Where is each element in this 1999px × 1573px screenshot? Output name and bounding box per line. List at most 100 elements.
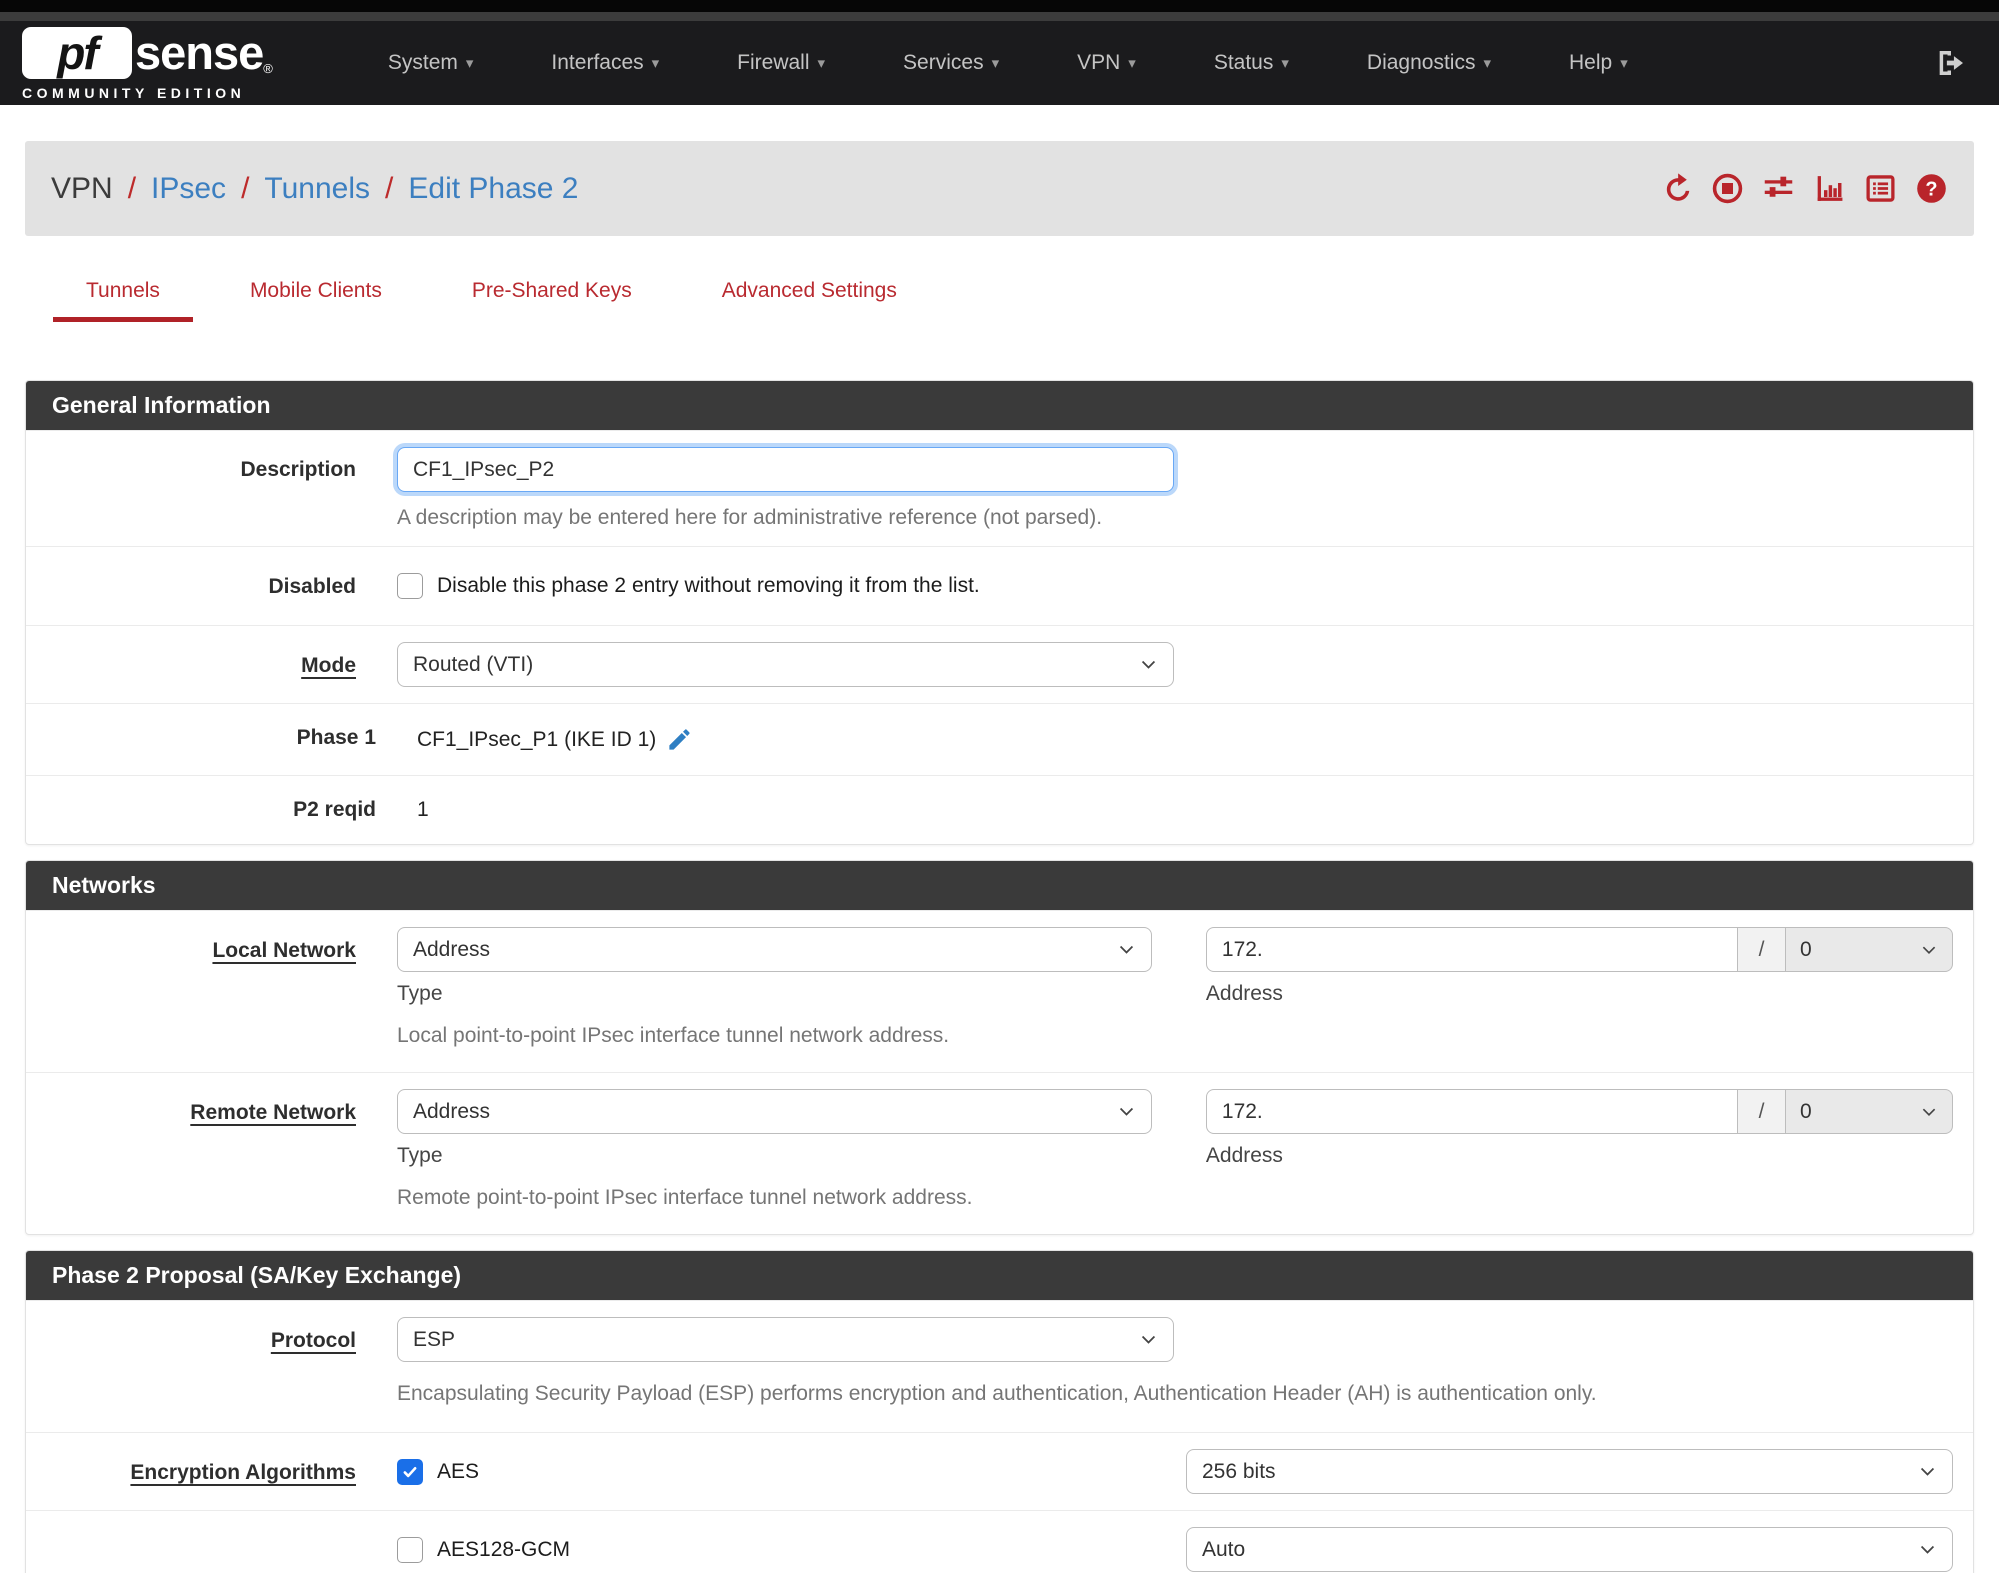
- pfsense-logo-row: pf sense ®: [22, 25, 273, 80]
- breadcrumb-vpn: VPN: [51, 171, 113, 205]
- phase1-value: CF1_IPsec_P1 (IKE ID 1): [417, 727, 657, 751]
- protocol-row: Protocol ESP Encapsulating Security Payl…: [26, 1300, 1973, 1432]
- pfsense-logo[interactable]: pf sense ® COMMUNITY EDITION: [22, 25, 273, 101]
- aes-checkbox[interactable]: [397, 1458, 423, 1485]
- aes128gcm-checkbox-label: AES128-GCM: [437, 1537, 571, 1561]
- local-network-type-caption: Type: [397, 982, 443, 1005]
- protocol-select[interactable]: ESP: [397, 1317, 1174, 1362]
- local-network-prefix-select[interactable]: 0: [1786, 927, 1953, 972]
- encryption-aes128gcm-label-spacer: [26, 1527, 356, 1572]
- top-navbar: pf sense ® COMMUNITY EDITION System ▾ Int…: [0, 21, 1999, 105]
- pfsense-logo-sense: sense: [135, 26, 264, 79]
- chevron-down-icon: [1920, 941, 1938, 959]
- breadcrumb: VPN / IPsec / Tunnels / Edit Phase 2: [51, 172, 579, 206]
- aes128gcm-keylength-value: Auto: [1202, 1537, 1246, 1561]
- caret-down-icon: ▾: [465, 55, 474, 72]
- breadcrumb-action-icons: ?: [1660, 172, 1948, 205]
- nav-item-system[interactable]: System ▾: [388, 51, 474, 75]
- sign-out-icon[interactable]: [1935, 47, 1967, 79]
- nav-item-label: Help: [1569, 51, 1613, 74]
- nav-item-diagnostics[interactable]: Diagnostics ▾: [1367, 51, 1491, 75]
- chevron-down-icon: [1117, 940, 1136, 959]
- slash-addon: /: [1738, 1089, 1786, 1134]
- nav-item-label: Services: [903, 51, 984, 74]
- mode-row: Mode Routed (VTI): [26, 625, 1973, 703]
- svg-text:?: ?: [1925, 178, 1937, 200]
- nav-item-status[interactable]: Status ▾: [1214, 51, 1289, 75]
- protocol-select-value: ESP: [413, 1327, 456, 1351]
- tab-mobile-clients[interactable]: Mobile Clients: [217, 266, 415, 322]
- help-icon[interactable]: ?: [1915, 172, 1948, 205]
- breadcrumb-link-ipsec[interactable]: IPsec: [151, 172, 226, 206]
- aes-checkbox-label: AES: [437, 1459, 480, 1483]
- p2reqid-value: 1: [417, 798, 429, 821]
- breadcrumb-separator: /: [385, 171, 394, 205]
- remote-network-address-caption: Address: [1205, 1144, 1283, 1167]
- nav-item-label: Interfaces: [551, 51, 644, 74]
- slash-addon: /: [1738, 927, 1786, 972]
- nav-item-firewall[interactable]: Firewall ▾: [737, 51, 825, 75]
- aes128gcm-keylength-select[interactable]: Auto: [1186, 1527, 1953, 1572]
- local-network-type-select[interactable]: Address: [397, 927, 1152, 972]
- chevron-down-icon: [1117, 1102, 1136, 1121]
- page-content: VPN / IPsec / Tunnels / Edit Phase 2 ? T…: [0, 141, 1999, 1573]
- encryption-aes-row: Encryption Algorithms AES 256 bits: [26, 1432, 1973, 1510]
- nav-item-interfaces[interactable]: Interfaces ▾: [551, 51, 659, 75]
- nav-item-vpn[interactable]: VPN ▾: [1077, 51, 1136, 75]
- caret-down-icon: ▾: [1483, 55, 1491, 72]
- mode-select[interactable]: Routed (VTI): [397, 642, 1174, 687]
- remote-network-type-select[interactable]: Address: [397, 1089, 1152, 1134]
- mode-label: Mode: [301, 654, 356, 677]
- remote-network-label: Remote Network: [190, 1101, 356, 1124]
- local-network-type-value: Address: [413, 937, 491, 961]
- local-network-row: Local Network Address Type /: [26, 910, 1973, 1072]
- window-top-strip: [0, 0, 1999, 12]
- aes-keylength-value: 256 bits: [1202, 1459, 1276, 1483]
- tab-bar: Tunnels Mobile Clients Pre-Shared Keys A…: [25, 266, 1974, 322]
- remote-network-type-value: Address: [413, 1099, 491, 1123]
- aes128gcm-checkbox[interactable]: [397, 1536, 423, 1563]
- description-input[interactable]: [397, 447, 1174, 492]
- description-help-text: A description may be entered here for ad…: [397, 506, 1103, 529]
- phase2-proposal-header: Phase 2 Proposal (SA/Key Exchange): [26, 1251, 1973, 1300]
- nav-item-label: System: [387, 51, 458, 74]
- local-network-address-input[interactable]: [1205, 927, 1738, 972]
- nav-item-services[interactable]: Services ▾: [903, 51, 999, 75]
- remote-network-prefix-select[interactable]: 0: [1786, 1089, 1953, 1134]
- disabled-label: Disabled: [268, 575, 356, 598]
- sliders-icon[interactable]: [1762, 172, 1795, 205]
- pencil-icon[interactable]: [666, 726, 693, 753]
- breadcrumb-separator: /: [241, 171, 250, 205]
- aes-keylength-select[interactable]: 256 bits: [1186, 1449, 1953, 1494]
- p2reqid-label: P2 reqid: [293, 798, 376, 821]
- chevron-down-icon: [1918, 1540, 1937, 1559]
- networks-panel: Networks Local Network Address Type 172.…: [25, 860, 1974, 1235]
- encryption-aes128gcm-row: AES128-GCM Auto: [26, 1510, 1973, 1573]
- nav-item-label: Status: [1213, 51, 1274, 74]
- remote-network-prefix-value: 0: [1800, 1099, 1812, 1123]
- breadcrumb-link-edit-phase2[interactable]: Edit Phase 2: [408, 172, 578, 206]
- nav-item-help[interactable]: Help ▾: [1569, 51, 1628, 75]
- chart-icon[interactable]: [1813, 172, 1846, 205]
- disabled-row: Disabled Disable this phase 2 entry with…: [26, 546, 1973, 625]
- log-icon[interactable]: [1864, 172, 1897, 205]
- general-information-header: General Information: [26, 381, 1973, 430]
- mode-select-value: Routed (VTI): [413, 652, 534, 676]
- disabled-checkbox[interactable]: [397, 573, 423, 599]
- nav-item-label: Firewall: [737, 51, 810, 74]
- stop-icon[interactable]: [1711, 172, 1744, 205]
- networks-header: Networks: [26, 861, 1973, 910]
- local-network-address-caption: Address: [1205, 982, 1283, 1005]
- remote-network-address-input[interactable]: [1205, 1089, 1738, 1134]
- tab-tunnels[interactable]: Tunnels: [53, 266, 193, 322]
- tab-advanced-settings[interactable]: Advanced Settings: [689, 266, 930, 322]
- caret-down-icon: ▾: [1281, 55, 1289, 72]
- breadcrumb-link-tunnels[interactable]: Tunnels: [264, 172, 370, 206]
- refresh-icon[interactable]: [1660, 172, 1693, 205]
- disabled-checkbox-label: Disable this phase 2 entry without remov…: [437, 574, 980, 597]
- general-information-panel: General Information Description A descri…: [25, 380, 1974, 845]
- breadcrumb-separator: /: [127, 171, 137, 205]
- nav-menu: System ▾ Interfaces ▾ Firewall ▾ Services ▾ …: [388, 51, 1628, 75]
- phase2-proposal-panel: Phase 2 Proposal (SA/Key Exchange) Proto…: [25, 1250, 1974, 1573]
- tab-pre-shared-keys[interactable]: Pre-Shared Keys: [439, 266, 665, 322]
